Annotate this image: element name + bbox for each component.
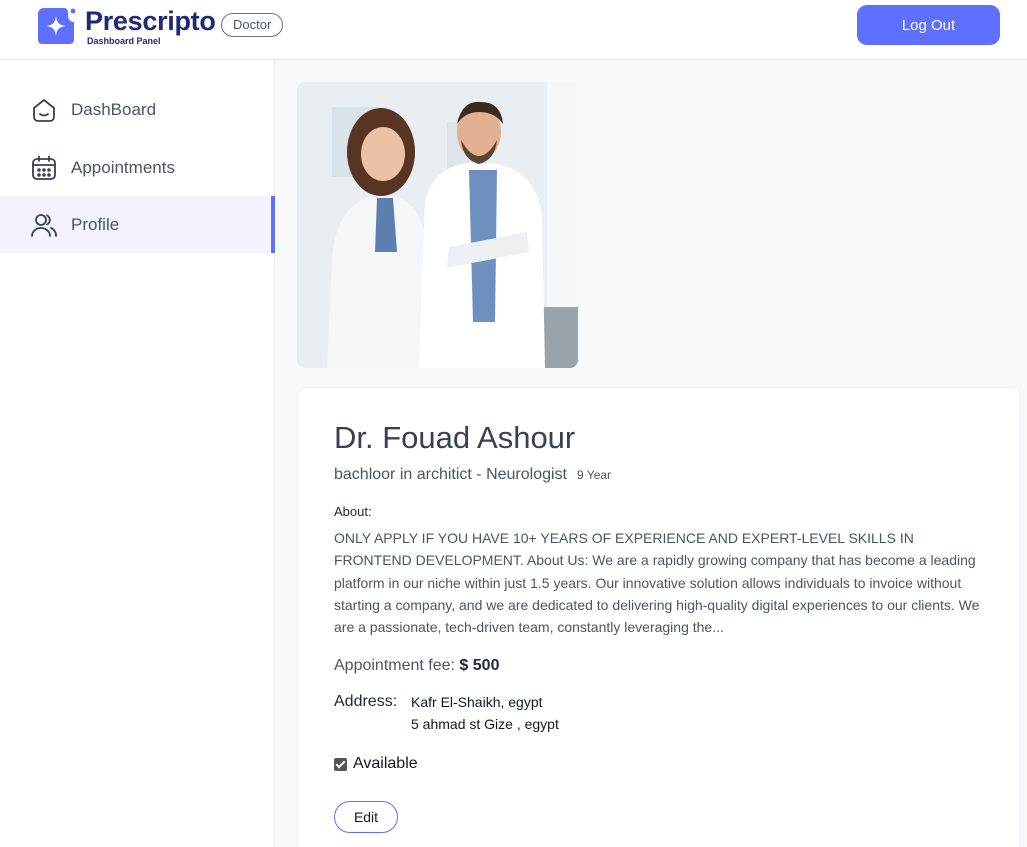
- brand-name: Prescripto: [85, 6, 216, 36]
- role-badge: Doctor: [221, 13, 284, 37]
- address-line-2: 5 ahmad st Gize , egypt: [411, 716, 559, 732]
- sidebar: DashBoard Appointments Profile: [0, 60, 275, 847]
- profile-card: Dr. Fouad Ashour bachloor in architict -…: [297, 387, 1021, 847]
- address-lines: Kafr El-Shaikh, egypt 5 ahmad st Gize , …: [411, 691, 559, 735]
- doctor-photo: [297, 82, 578, 368]
- sidebar-item-label: Appointments: [71, 157, 175, 177]
- sidebar-item-appointments[interactable]: Appointments: [0, 139, 275, 196]
- top-bar: Prescripto Dashboard Panel Doctor Log Ou…: [0, 0, 1027, 60]
- address-label: Address:: [334, 693, 398, 710]
- brand-subtitle: Dashboard Panel: [87, 36, 161, 46]
- available-label: Available: [353, 755, 418, 772]
- degree-speciality: bachloor in architict - Neurologist: [334, 466, 567, 483]
- main-content: Dr. Fouad Ashour bachloor in architict -…: [276, 60, 1027, 847]
- address-line-1: Kafr El-Shaikh, egypt: [411, 694, 543, 710]
- available-checkbox[interactable]: [334, 757, 347, 771]
- brand: Prescripto Dashboard Panel: [85, 6, 216, 46]
- sidebar-item-profile[interactable]: Profile: [0, 196, 275, 253]
- logout-button[interactable]: Log Out: [857, 5, 1000, 45]
- sidebar-item-label: Profile: [71, 214, 120, 234]
- fee-label: Appointment fee:: [334, 657, 455, 674]
- about-label: About:: [334, 504, 372, 519]
- sidebar-item-dashboard[interactable]: DashBoard: [0, 81, 275, 138]
- home-icon: [30, 96, 58, 124]
- appointment-fee: Appointment fee: $ 500: [334, 657, 499, 675]
- edit-button[interactable]: Edit: [334, 801, 398, 833]
- calendar-icon: [30, 154, 58, 182]
- doctor-name: Dr. Fouad Ashour: [334, 420, 576, 455]
- sidebar-item-label: DashBoard: [71, 99, 157, 119]
- degree-line: bachloor in architict - Neurologist 9 Ye…: [334, 466, 611, 484]
- prescripto-logo-icon: [38, 8, 76, 44]
- available-toggle[interactable]: Available: [334, 755, 418, 773]
- users-icon: [30, 211, 58, 239]
- about-text: ONLY APPLY IF YOU HAVE 10+ YEARS OF EXPE…: [334, 530, 980, 636]
- fee-value: $ 500: [459, 657, 500, 674]
- experience-badge: 9 Year: [577, 468, 612, 482]
